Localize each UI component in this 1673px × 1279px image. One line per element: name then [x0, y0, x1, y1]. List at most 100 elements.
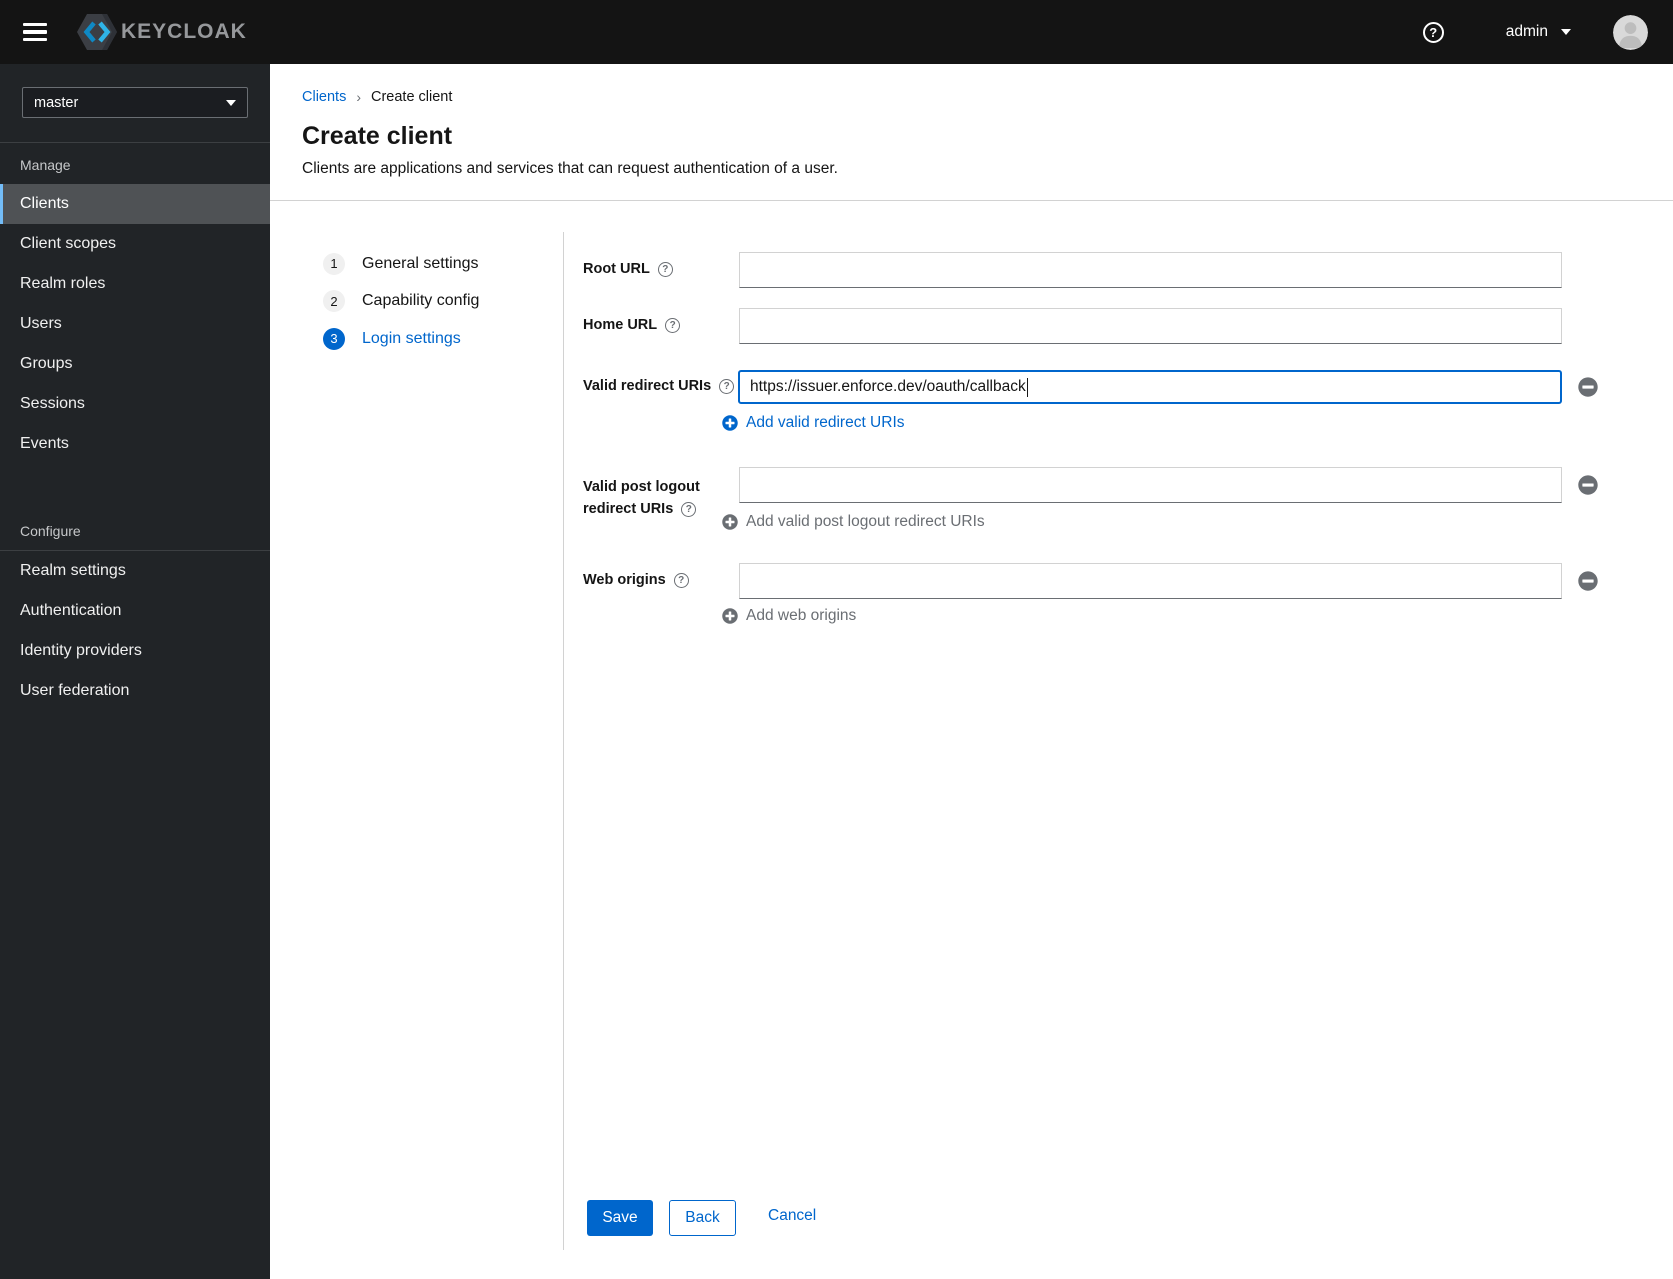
hamburger-menu-icon[interactable] — [23, 23, 47, 41]
help-glyph: ? — [678, 575, 685, 586]
avatar-icon — [1613, 14, 1648, 50]
minus-circle-icon — [1578, 571, 1598, 591]
breadcrumb-separator: › — [356, 89, 361, 105]
step-number-badge: 1 — [323, 252, 345, 275]
add-web-origins-button[interactable]: Add web origins — [722, 607, 856, 625]
label-text: Valid post logout — [583, 479, 700, 495]
step-label: Login settings — [362, 329, 461, 347]
valid-post-logout-redirect-uri-input[interactable] — [739, 467, 1562, 503]
root-url-input[interactable] — [739, 252, 1562, 288]
sidebar-item-events[interactable]: Events — [0, 424, 270, 464]
keycloak-hexagon-icon — [77, 14, 117, 50]
sidebar-item-label: Clients — [20, 195, 69, 212]
sidebar-item-users[interactable]: Users — [0, 304, 270, 344]
web-origins-input[interactable] — [739, 563, 1562, 599]
sidebar-item-label: Groups — [20, 355, 73, 372]
sidebar-item-label: Events — [20, 435, 69, 452]
text-cursor — [1026, 377, 1028, 397]
realm-name: master — [34, 94, 79, 111]
root-url-help-icon[interactable]: ? — [657, 262, 673, 277]
username: admin — [1505, 23, 1548, 40]
page-header: Clients › Create client Create client Cl… — [270, 64, 1673, 201]
user-menu-button[interactable]: admin — [1506, 23, 1571, 41]
hamburger-bar — [23, 30, 47, 34]
home-url-help-icon[interactable]: ? — [665, 318, 681, 333]
page-subtitle: Clients are applications and services th… — [302, 160, 838, 177]
wizard-step-capability-config[interactable]: 2 Capability config — [323, 283, 479, 321]
remove-redirect-uri-button[interactable] — [1578, 377, 1598, 397]
label-text: Valid redirect URIs — [583, 378, 712, 394]
valid-post-logout-help-icon[interactable]: ? — [681, 501, 697, 517]
home-url-label: Home URL ? — [583, 317, 681, 334]
sidebar-item-identity-providers[interactable]: Identity providers — [0, 631, 270, 671]
sidebar-item-label: Client scopes — [20, 235, 117, 252]
help-glyph: ? — [669, 320, 676, 331]
sidebar-item-clients[interactable]: Clients — [0, 184, 270, 224]
page-title: Create client — [302, 122, 453, 150]
nav-group-manage: Manage — [20, 157, 71, 173]
step-label: Capability config — [362, 292, 480, 310]
caret-down-icon — [1561, 29, 1571, 35]
help-glyph: ? — [662, 264, 669, 275]
label-text: redirect URIs — [583, 501, 674, 517]
back-button[interactable]: Back — [669, 1200, 736, 1236]
keycloak-logo[interactable]: KEYCLOAK — [75, 12, 247, 52]
breadcrumb-current: Create client — [371, 89, 453, 105]
hamburger-bar — [23, 37, 47, 41]
label-text-line2: redirect URIs ? — [583, 498, 700, 520]
plus-circle-icon — [722, 608, 738, 624]
sidebar-item-user-federation[interactable]: User federation — [0, 671, 270, 711]
wizard-step-general-settings[interactable]: 1 General settings — [323, 245, 479, 283]
sidebar-item-label: Users — [20, 315, 62, 332]
add-valid-redirect-uris-button[interactable]: Add valid redirect URIs — [722, 414, 905, 432]
input-value: https://issuer.enforce.dev/oauth/callbac… — [750, 378, 1026, 395]
sidebar-item-label: User federation — [20, 682, 130, 699]
masthead-right: ? admin — [1422, 14, 1648, 50]
help-glyph: ? — [1429, 24, 1438, 40]
step-label: General settings — [362, 254, 479, 272]
step-number-badge: 2 — [323, 290, 345, 313]
minus-circle-icon — [1578, 377, 1598, 397]
breadcrumb-link-clients[interactable]: Clients — [302, 89, 346, 105]
sidebar-item-realm-roles[interactable]: Realm roles — [0, 264, 270, 304]
valid-post-logout-redirect-uris-label: Valid post logout redirect URIs ? — [583, 476, 700, 520]
web-origins-help-icon[interactable]: ? — [673, 573, 689, 588]
sidebar-item-label: Realm settings — [20, 562, 126, 579]
sidebar-item-client-scopes[interactable]: Client scopes — [0, 224, 270, 264]
masthead: KEYCLOAK ? admin — [0, 0, 1673, 64]
add-link-label: Add valid post logout redirect URIs — [746, 513, 985, 530]
avatar[interactable] — [1613, 14, 1648, 50]
sidebar-item-label: Sessions — [20, 395, 85, 412]
caret-down-icon — [226, 99, 236, 106]
label-text: Root URL — [583, 261, 650, 277]
add-link-label: Add web origins — [746, 607, 857, 624]
home-url-input[interactable] — [739, 308, 1562, 344]
root-url-label: Root URL ? — [583, 261, 673, 278]
sidebar-item-label: Realm roles — [20, 275, 106, 292]
save-button[interactable]: Save — [587, 1200, 653, 1236]
valid-redirect-uri-input[interactable]: https://issuer.enforce.dev/oauth/callbac… — [738, 370, 1562, 404]
realm-selector[interactable]: master — [22, 87, 248, 118]
cancel-button[interactable]: Cancel — [768, 1207, 816, 1225]
sidebar-item-sessions[interactable]: Sessions — [0, 384, 270, 424]
remove-post-logout-uri-button[interactable] — [1578, 475, 1598, 495]
wizard-nav: 1 General settings 2 Capability config 3… — [323, 245, 479, 358]
help-icon[interactable]: ? — [1422, 21, 1444, 43]
valid-redirect-uris-label: Valid redirect URIs ? — [583, 378, 735, 395]
sidebar-item-authentication[interactable]: Authentication — [0, 591, 270, 631]
sidebar-item-realm-settings[interactable]: Realm settings — [0, 551, 270, 591]
add-valid-post-logout-redirect-uris-button[interactable]: Add valid post logout redirect URIs — [722, 513, 985, 531]
nav-group-configure: Configure — [20, 523, 81, 539]
sidebar-item-groups[interactable]: Groups — [0, 344, 270, 384]
plus-circle-icon — [722, 514, 738, 530]
step-number-badge: 3 — [323, 327, 345, 350]
help-glyph: ? — [723, 381, 730, 392]
remove-web-origin-button[interactable] — [1578, 571, 1598, 591]
wizard-content: 1 General settings 2 Capability config 3… — [270, 201, 1673, 1279]
help-glyph: ? — [685, 503, 692, 515]
sidebar: master Manage Clients Client scopes Real… — [0, 64, 270, 1279]
wizard-step-login-settings[interactable]: 3 Login settings — [323, 320, 461, 358]
valid-redirect-uris-help-icon[interactable]: ? — [719, 379, 735, 394]
plus-circle-icon — [722, 415, 738, 431]
web-origins-label: Web origins ? — [583, 572, 689, 589]
